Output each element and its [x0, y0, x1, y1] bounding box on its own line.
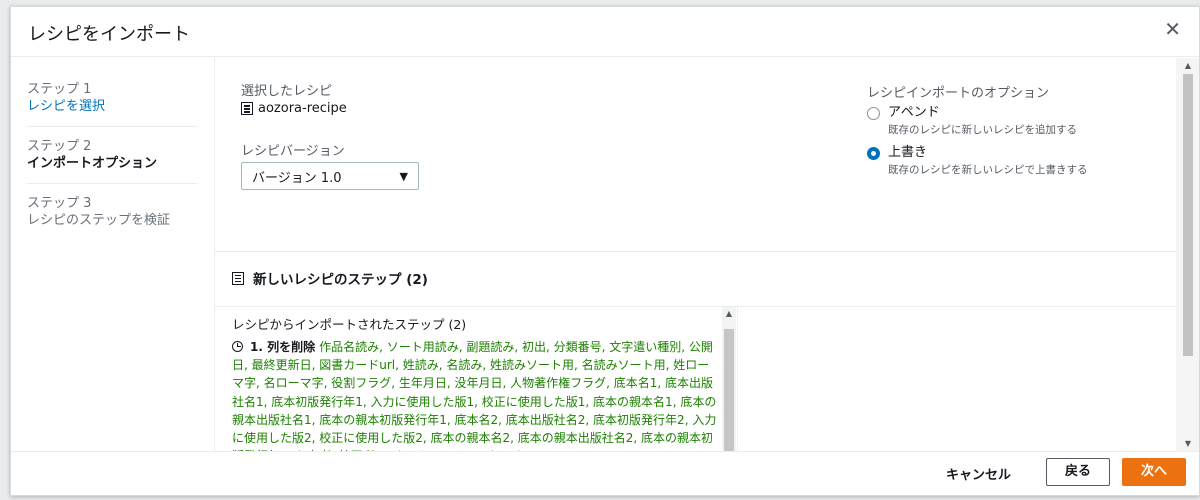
selected-recipe-name: aozora-recipe — [258, 101, 347, 116]
import-recipe-modal: レシピをインポート ✕ ステップ 1 レシピを選択 ステップ 2 インポートオプ… — [10, 6, 1200, 496]
import-options-section: 選択したレシピ aozora-recipe レシピバージョン バージョン 1.0… — [215, 58, 1176, 252]
recipe-step-item[interactable]: 1. 列を削除 作品名読み, ソート用読み, 副題読み, 初出, 分類番号, 文字… — [232, 338, 720, 451]
scrollbar-thumb[interactable] — [724, 329, 734, 451]
radio-title: 上書き — [888, 145, 928, 160]
radio-option-overwrite[interactable]: 上書き 既存のレシピを新しいレシピで上書きする — [867, 144, 1088, 178]
step-number: ステップ 1 — [27, 82, 92, 97]
recipe-version-value: バージョン 1.0 — [252, 170, 342, 186]
wizard-content: 選択したレシピ aozora-recipe レシピバージョン バージョン 1.0… — [214, 58, 1176, 451]
clock-icon — [232, 341, 243, 352]
scroll-up-arrow-icon[interactable]: ▲ — [1176, 61, 1199, 70]
step-number: ステップ 2 — [27, 139, 92, 154]
imported-steps-header: レシピからインポートされたステップ (2) — [232, 317, 467, 332]
step-number: ステップ 3 — [27, 196, 92, 211]
imported-steps-pane[interactable]: レシピからインポートされたステップ (2) 1. 列を削除 作品名読み, ソート用… — [215, 307, 738, 451]
modal-header: レシピをインポート ✕ — [11, 7, 1199, 57]
new-steps-header: 新しいレシピのステップ (2) — [232, 268, 428, 288]
recipe-version-select[interactable]: バージョン 1.0 ▼ — [241, 162, 419, 190]
step-label: インポートオプション — [27, 156, 158, 171]
modal-footer: キャンセル 戻る 次へ — [11, 451, 1199, 495]
step-columns: 作品名読み, ソート用読み, 副題読み, 初出, 分類番号, 文字遣い種別, 公… — [232, 340, 717, 451]
import-options-label: レシピインポートのオプション — [867, 86, 1050, 101]
new-steps-title: 新しいレシピのステップ (2) — [253, 272, 428, 288]
radio-button[interactable] — [867, 107, 880, 120]
caret-down-icon: ▼ — [399, 169, 408, 183]
wizard-step-1[interactable]: ステップ 1 レシピを選択 — [27, 79, 197, 127]
document-icon — [232, 271, 244, 285]
modal-title: レシピをインポート — [28, 24, 190, 45]
document-icon — [241, 102, 253, 115]
radio-description: 既存のレシピに新しいレシピを追加する — [888, 124, 1077, 136]
wizard-steps-nav: ステップ 1 レシピを選択 ステップ 2 インポートオプション ステップ 3 レ… — [27, 79, 197, 249]
radio-option-append[interactable]: アペンド 既存のレシピに新しいレシピを追加する — [867, 104, 1077, 138]
cancel-button[interactable]: キャンセル — [946, 464, 1011, 483]
recipe-version-label: レシピバージョン — [241, 144, 345, 159]
new-steps-section: レシピからインポートされたステップ (2) 1. 列を削除 作品名読み, ソート用… — [215, 306, 1176, 451]
selected-recipe-label: 選択したレシピ — [241, 84, 333, 99]
close-icon[interactable]: ✕ — [1164, 17, 1181, 41]
selected-recipe-value: aozora-recipe — [241, 101, 347, 116]
radio-button-checked[interactable] — [867, 147, 880, 160]
step-label[interactable]: レシピを選択 — [27, 98, 197, 116]
next-button[interactable]: 次へ — [1122, 458, 1186, 486]
back-button[interactable]: 戻る — [1046, 458, 1110, 486]
step-label: レシピのステップを検証 — [27, 213, 171, 228]
radio-title: アペンド — [888, 105, 940, 120]
step-operation: 1. 列を削除 — [250, 340, 316, 354]
pane-scrollbar[interactable]: ▲ — [722, 307, 736, 451]
scrollbar-thumb[interactable] — [1183, 74, 1193, 356]
wizard-step-2: ステップ 2 インポートオプション — [27, 136, 197, 184]
scroll-down-arrow-icon[interactable]: ▼ — [1176, 439, 1199, 448]
radio-description: 既存のレシピを新しいレシピで上書きする — [888, 164, 1088, 176]
content-scrollbar[interactable]: ▲ ▼ — [1176, 58, 1199, 451]
wizard-step-3: ステップ 3 レシピのステップを検証 — [27, 193, 197, 240]
scroll-up-arrow-icon[interactable]: ▲ — [722, 309, 736, 318]
